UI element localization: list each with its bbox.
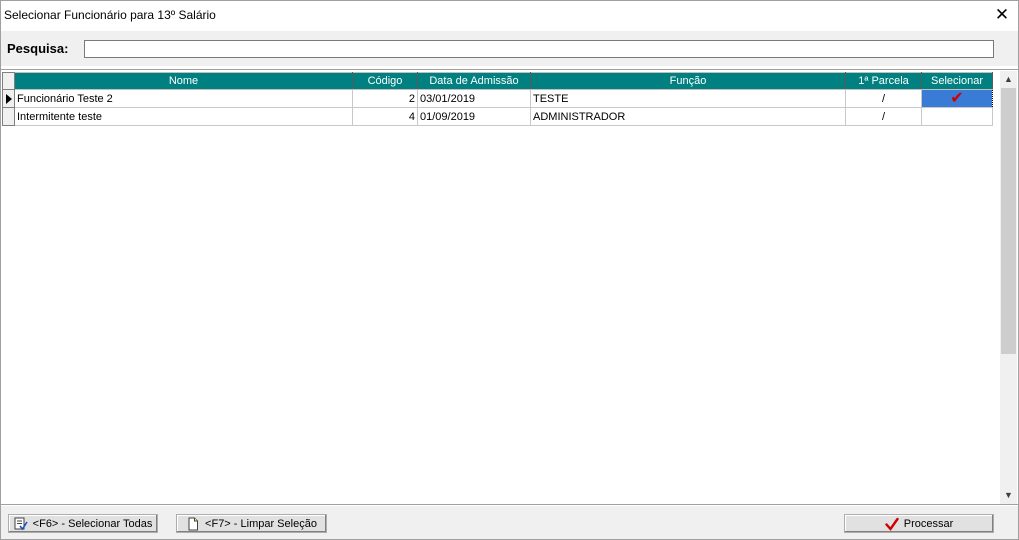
search-row: Pesquisa: [1,31,1018,66]
clear-selection-label: <F7> - Limpar Seleção [205,517,317,530]
cell-nome[interactable]: Funcionário Teste 2 [14,89,353,108]
row-indicator[interactable] [2,107,15,126]
process-label: Processar [903,517,954,530]
check-icon: ✔ [950,89,964,107]
row-indicator-header [2,72,15,90]
cell-codigo[interactable]: 4 [352,107,418,126]
current-row-arrow-icon [5,93,12,104]
select-all-label: <F6> - Selecionar Todas [32,517,153,530]
table-row[interactable]: Intermitente teste 4 01/09/2019 ADMINIST… [2,107,993,126]
employee-table: Nome Código Data de Admissão Função 1ª P… [2,72,993,126]
employee-grid: Nome Código Data de Admissão Função 1ª P… [1,69,1018,505]
cell-data-admissao[interactable]: 01/09/2019 [417,107,531,126]
dialog-window: Selecionar Funcionário para 13º Salário … [0,0,1019,540]
close-icon[interactable]: ✕ [992,5,1012,25]
table-row[interactable]: Funcionário Teste 2 2 03/01/2019 TESTE /… [2,89,993,108]
column-header-codigo[interactable]: Código [352,72,418,90]
blank-page-icon [186,517,200,531]
cell-parcela[interactable]: / [845,89,922,108]
clear-selection-button[interactable]: <F7> - Limpar Seleção [176,514,327,533]
header-row: Nome Código Data de Admissão Função 1ª P… [2,72,993,90]
cell-funcao[interactable]: TESTE [530,89,846,108]
cell-data-admissao[interactable]: 03/01/2019 [417,89,531,108]
cell-codigo[interactable]: 2 [352,89,418,108]
cell-parcela[interactable]: / [845,107,922,126]
vertical-scrollbar[interactable]: ▲ ▼ [1000,71,1017,504]
checklist-icon [14,517,28,531]
search-input[interactable] [84,40,994,58]
column-header-funcao[interactable]: Função [530,72,846,90]
scroll-down-icon[interactable]: ▼ [1000,487,1017,504]
column-header-nome[interactable]: Nome [14,72,353,90]
column-header-selecionar[interactable]: Selecionar [921,72,993,90]
cell-nome[interactable]: Intermitente teste [14,107,353,126]
cell-selecionar[interactable] [921,107,993,126]
title-bar: Selecionar Funcionário para 13º Salário … [1,1,1018,30]
process-button[interactable]: Processar [844,514,994,533]
scroll-up-icon[interactable]: ▲ [1000,71,1017,88]
scrollbar-thumb[interactable] [1001,88,1016,354]
column-header-parcela[interactable]: 1ª Parcela [845,72,922,90]
button-bar: <F6> - Selecionar Todas <F7> - Limpar Se… [1,506,1018,539]
search-label: Pesquisa: [7,41,69,56]
cell-selecionar[interactable]: ✔ [921,89,993,108]
check-icon [885,517,899,531]
cell-funcao[interactable]: ADMINISTRADOR [530,107,846,126]
window-title: Selecionar Funcionário para 13º Salário [4,8,216,22]
select-all-button[interactable]: <F6> - Selecionar Todas [8,514,158,533]
row-indicator[interactable] [2,89,15,108]
column-header-data-admissao[interactable]: Data de Admissão [417,72,531,90]
